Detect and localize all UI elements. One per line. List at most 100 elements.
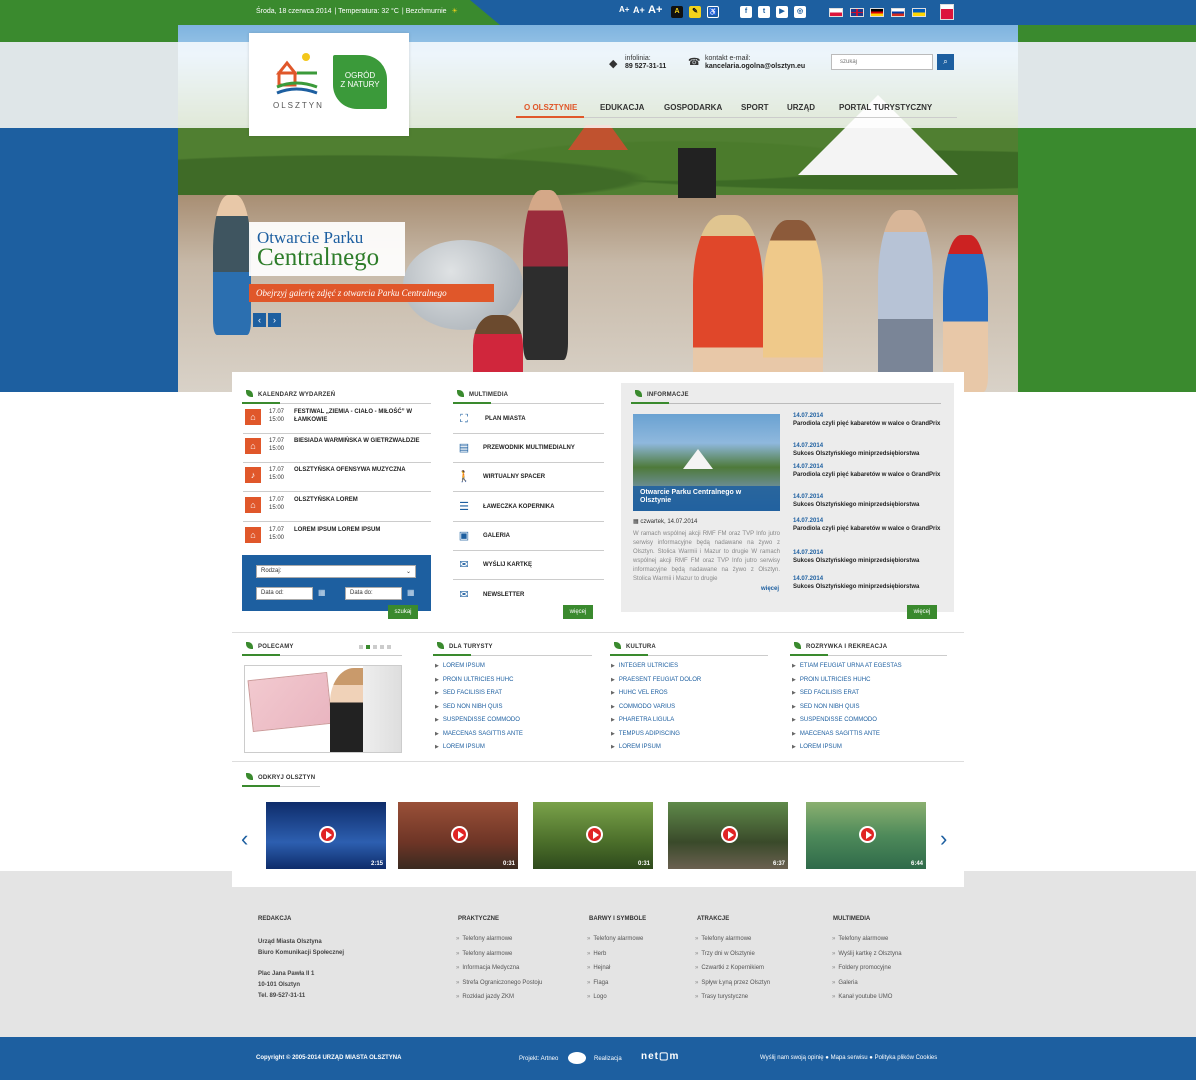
footer-link[interactable]: Telefony alarmowe — [456, 932, 542, 947]
nav-sport[interactable]: SPORT — [741, 103, 769, 112]
calendar-item[interactable]: ⌂ 17.07 15:00 FESTIWAL „ZIEMIA - CIAŁO - … — [243, 405, 431, 434]
calendar-item[interactable]: ⌂ 17.07 15:00 LOREM IPSUM LOREM IPSUM — [243, 523, 431, 552]
footer-link[interactable]: Telefony alarmowe — [832, 932, 902, 947]
filter-search-button[interactable]: szukaj — [388, 605, 418, 619]
font-large-button[interactable]: A+ — [648, 4, 662, 16]
list-link[interactable]: LOREM IPSUM — [435, 660, 523, 674]
mm-plan-miasta[interactable]: ⛶ PLAN MIASTA — [453, 405, 604, 434]
footer-link[interactable]: Telefony alarmowe — [587, 932, 643, 947]
pager-dot[interactable] — [380, 645, 384, 649]
mm-laweczka[interactable]: ☰ ŁAWECZKA KOPERNIKA — [453, 493, 604, 522]
video-thumbnail[interactable]: 6:37 — [668, 802, 788, 869]
list-link[interactable]: INTEGER ULTRICIES — [611, 660, 701, 674]
footer-link[interactable]: Czwartki z Kopernikiem — [695, 961, 770, 976]
list-link[interactable]: TEMPUS ADIPISCING — [611, 728, 701, 742]
footer-link[interactable]: Telefony alarmowe — [456, 947, 542, 962]
footer-link[interactable]: Galeria — [832, 976, 902, 991]
videos-next-arrow-icon[interactable]: › — [940, 826, 947, 852]
nav-gospodarka[interactable]: GOSPODARKA — [664, 103, 722, 112]
list-link[interactable]: LOREM IPSUM — [792, 741, 902, 755]
email-link[interactable]: kancelaria.ogolna@olsztyn.eu — [705, 63, 805, 70]
video-thumbnail[interactable]: 2:15 — [266, 802, 386, 869]
flag-ua-icon[interactable] — [912, 8, 926, 17]
mm-przewodnik[interactable]: ▤ PRZEWODNIK MULTIMEDIALNY — [453, 434, 604, 463]
calendar-icon[interactable]: ▦ — [318, 588, 326, 597]
event-type-select[interactable]: Rodzaj: ⌄ — [256, 565, 416, 578]
calendar-item[interactable]: ⌂ 17.07 15:00 BIESIADA WARMIŃSKA W GIETRZ… — [243, 434, 431, 463]
artneo-logo-icon[interactable] — [568, 1052, 586, 1064]
slider-next-button[interactable]: › — [268, 313, 281, 327]
pager-dot[interactable] — [373, 645, 377, 649]
logo-box[interactable]: OLSZTYN OGRÓD Z NATURY — [249, 33, 409, 136]
list-link[interactable]: SUSPENDISSE COMMODO — [792, 714, 902, 728]
list-link[interactable]: SED NON NIBH QUIS — [792, 701, 902, 715]
list-link[interactable]: COMMODO VARIUS — [611, 701, 701, 715]
informacje-more-button[interactable]: więcej — [907, 605, 937, 619]
news-item[interactable]: 14.07.2014 Parodiola czyli pięć kabaretów… — [793, 517, 943, 533]
video-thumbnail[interactable]: 0:31 — [533, 802, 653, 869]
news-item[interactable]: 14.07.2014 Sukces Olsztyńskiego miniprzed… — [793, 549, 943, 565]
date-from-input[interactable]: Data od: — [256, 587, 313, 600]
high-contrast-icon[interactable]: ✎ — [689, 6, 701, 18]
play-icon[interactable] — [586, 826, 603, 843]
pager-dot[interactable] — [359, 645, 363, 649]
pager-dot[interactable] — [387, 645, 391, 649]
footer-link[interactable]: Telefony alarmowe — [695, 932, 770, 947]
search-button[interactable]: ⌕ — [937, 54, 954, 70]
play-icon[interactable] — [859, 826, 876, 843]
list-link[interactable]: ETIAM FEUGIAT URNA AT EGESTAS — [792, 660, 902, 674]
news-item[interactable]: 14.07.2014 Parodiola czyli pięć kabaretów… — [793, 412, 943, 428]
news-item[interactable]: 14.07.2014 Parodiola czyli pięć kabaretów… — [793, 463, 943, 479]
date-to-input[interactable]: Data do: — [345, 587, 402, 600]
list-link[interactable]: LOREM IPSUM — [611, 741, 701, 755]
list-link[interactable]: PROIN ULTRICIES HUHC — [435, 674, 523, 688]
flag-ru-icon[interactable] — [891, 8, 905, 17]
nav-portal-turystyczny[interactable]: PORTAL TURYSTYCZNY — [839, 103, 932, 112]
list-link[interactable]: MAECENAS SAGITTIS ANTE — [792, 728, 902, 742]
polecamy-pager[interactable] — [359, 644, 394, 651]
footer-link[interactable]: Herb — [587, 947, 643, 962]
twitter-icon[interactable]: t — [758, 6, 770, 18]
list-link[interactable]: MAECENAS SAGITTIS ANTE — [435, 728, 523, 742]
accessibility-icon[interactable]: ♿ — [707, 6, 719, 18]
list-link[interactable]: PROIN ULTRICIES HUHC — [792, 674, 902, 688]
multimedia-more-button[interactable]: więcej — [563, 605, 593, 619]
list-link[interactable]: SED FACILISIS ERAT — [792, 687, 902, 701]
event-title[interactable]: BIESIADA WARMIŃSKA W GIETRZWAŁDZIE — [294, 437, 426, 445]
footer-link[interactable]: Wyślij kartkę z Olsztyna — [832, 947, 901, 962]
font-medium-button[interactable]: A+ — [633, 5, 645, 15]
footer-link[interactable]: Logo — [587, 990, 643, 1005]
flag-de-icon[interactable] — [870, 8, 884, 17]
event-title[interactable]: OLSZTYŃSKA LOREM — [294, 496, 426, 504]
video-thumbnail[interactable]: 6:44 — [806, 802, 926, 869]
event-title[interactable]: FESTIWAL „ZIEMIA - CIAŁO - MIŁOŚĆ” W ŁAM… — [294, 408, 426, 424]
play-icon[interactable] — [319, 826, 336, 843]
nav-urzad[interactable]: URZĄD — [787, 103, 815, 112]
footer-link[interactable]: Kanał youtube UMO — [832, 990, 902, 1005]
news-item[interactable]: 14.07.2014 Sukces Olsztyńskiego miniprzed… — [793, 493, 943, 509]
event-title[interactable]: LOREM IPSUM LOREM IPSUM — [294, 526, 426, 534]
news-item[interactable]: 14.07.2014 Sukces Olsztyńskiego miniprzed… — [793, 442, 943, 458]
nav-edukacja[interactable]: EDUKACJA — [600, 103, 644, 112]
footer-link[interactable]: Flaga — [587, 976, 643, 991]
footer-link[interactable]: Rozkład jazdy ZKM — [456, 990, 542, 1005]
slide-caption[interactable]: Otwarcie Parku Centralnego — [249, 222, 405, 276]
footer-link[interactable]: Informacja Medyczna — [456, 961, 542, 976]
news-item[interactable]: 14.07.2014 Sukces Olsztyńskiego miniprzed… — [793, 575, 943, 591]
font-small-button[interactable]: A+ — [619, 5, 629, 14]
list-link[interactable]: PRAESENT FEUGIAT DOLOR — [611, 674, 701, 688]
featured-news-more-link[interactable]: więcej — [761, 586, 779, 592]
list-link[interactable]: SED NON NIBH QUIS — [435, 701, 523, 715]
footer-links[interactable]: Wyślij nam swoją opinię ● Mapa serwisu ●… — [760, 1055, 937, 1061]
contrast-button[interactable]: A — [671, 6, 683, 18]
calendar-item[interactable]: ♪ 17.07 15:00 OLSZTYŃSKA OFENSYWA MUZYCZN… — [243, 463, 431, 492]
footer-link[interactable]: Foldery promocyjne — [832, 961, 902, 976]
footer-link[interactable]: Hejnał — [587, 961, 643, 976]
list-link[interactable]: PHARETRA LIGULA — [611, 714, 701, 728]
netbm-logo-icon[interactable]: net▢m — [641, 1051, 679, 1062]
mm-galeria[interactable]: ▣ GALERIA — [453, 522, 604, 551]
featured-news-image[interactable]: Otwarcie Parku Centralnego w Olsztynie — [633, 414, 780, 511]
footer-link[interactable]: Trasy turystyczne — [695, 990, 770, 1005]
pager-dot-active[interactable] — [366, 645, 370, 649]
flag-pl-icon[interactable] — [829, 8, 843, 17]
